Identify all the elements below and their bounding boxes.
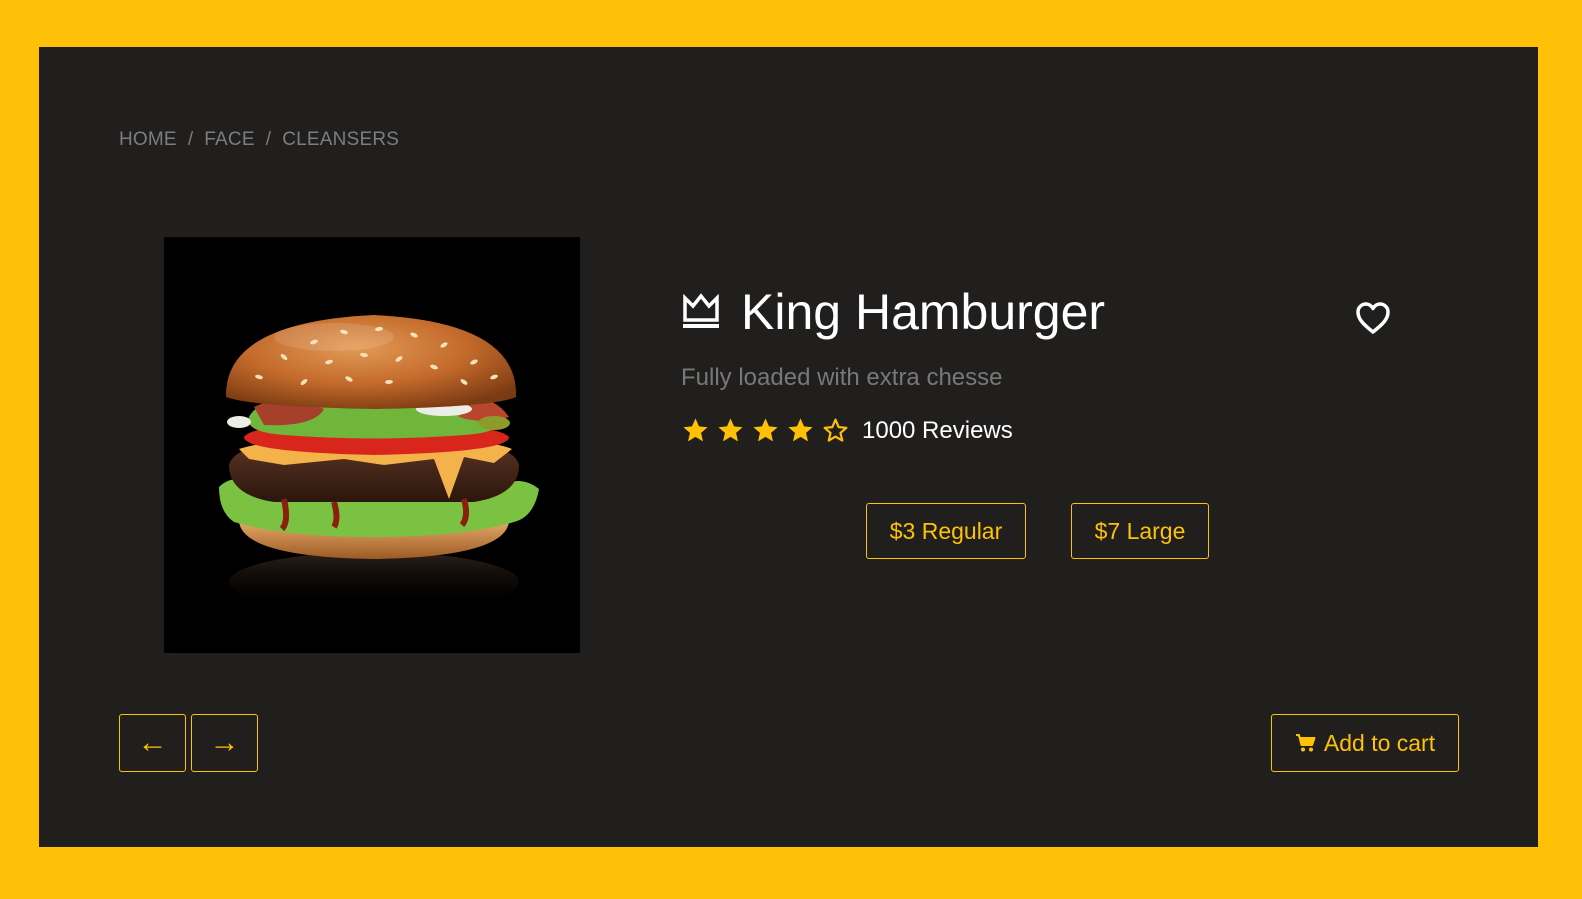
breadcrumb-separator: / — [187, 129, 194, 150]
breadcrumb: HOME / FACE / CLEANSERS — [119, 129, 399, 151]
breadcrumb-face[interactable]: FACE — [204, 129, 254, 151]
product-title-row: King Hamburger — [679, 287, 1105, 337]
add-to-cart-label: Add to cart — [1323, 729, 1436, 756]
breadcrumb-home[interactable]: HOME — [119, 129, 177, 151]
cart-icon — [1295, 734, 1316, 752]
product-image — [164, 237, 580, 653]
breadcrumb-separator: / — [265, 129, 272, 150]
product-title: King Hamburger — [741, 284, 1106, 340]
product-card: HOME / FACE / CLEANSERS King Hamburger F… — [39, 47, 1538, 847]
next-button[interactable]: → — [191, 714, 258, 772]
size-large-button[interactable]: $7 Large — [1071, 503, 1209, 559]
breadcrumb-cleansers[interactable]: CLEANSERS — [282, 129, 399, 151]
size-regular-button[interactable]: $3 Regular — [866, 503, 1026, 559]
reviews-count: 1000 Reviews — [862, 416, 1013, 444]
heart-icon[interactable] — [1355, 301, 1391, 335]
hamburger-photo — [164, 237, 580, 653]
star-filled-icon — [718, 418, 743, 442]
crown-icon — [683, 293, 719, 328]
star-filled-icon — [753, 418, 778, 442]
star-outline-icon — [823, 418, 848, 442]
product-subtitle: Fully loaded with extra chesse — [681, 364, 1003, 391]
star-filled-icon — [683, 418, 708, 442]
rating: 1000 Reviews — [681, 416, 1013, 445]
add-to-cart-button[interactable]: Add to cart — [1271, 714, 1459, 772]
star-filled-icon — [788, 418, 813, 442]
prev-button[interactable]: ← — [119, 714, 186, 772]
